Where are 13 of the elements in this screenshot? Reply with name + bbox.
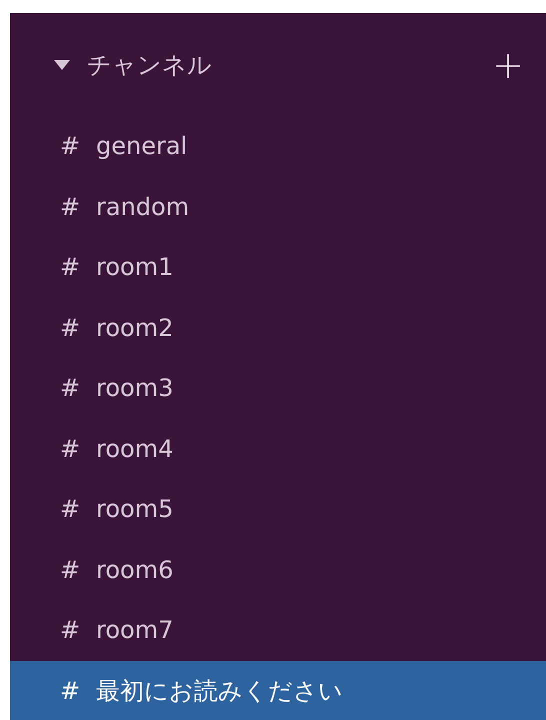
channel-item[interactable]: # 最初にお読みください [10,660,546,720]
channel-item[interactable]: # room4 [10,418,546,479]
channel-item[interactable]: # room5 [10,479,546,540]
channel-item[interactable]: # random [10,176,546,237]
channel-item[interactable]: # room6 [10,540,546,600]
channel-item[interactable]: # room3 [10,358,546,418]
channel-item[interactable]: # room1 [10,237,546,298]
section-title: チャンネル [87,50,213,80]
channel-item[interactable]: # room7 [10,600,546,660]
add-channel-button[interactable]: + [486,46,530,84]
caret-icon[interactable] [53,58,71,70]
channel-item[interactable]: # general [10,116,546,176]
channel-item[interactable]: # room2 [10,298,546,358]
